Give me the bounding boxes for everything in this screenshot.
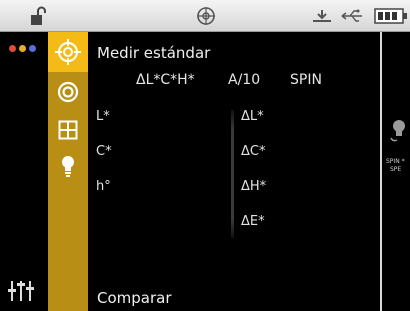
tab-grid[interactable] [48,110,88,150]
menu-dots-icon[interactable] [9,45,39,53]
usb-cable-icon [341,9,362,22]
tool-sidebar [48,32,88,311]
lightbulb-icon [390,120,405,142]
label-delta-h: ΔH* [241,179,267,194]
label-c: C* [96,144,112,159]
mode-setting[interactable]: SPIN [290,72,322,88]
main-panel: Medir estándar ΔL*C*H* A/10 SPIN L* C* h… [88,32,380,311]
next-panel-preview[interactable]: SPIN * SPE [380,32,410,311]
label-h: h° [96,179,111,194]
column-divider [231,110,234,238]
color-space-setting[interactable]: ΔL*C*H* [136,72,195,88]
label-l: L* [96,109,110,124]
status-bar [0,0,410,32]
illuminant-setting[interactable]: A/10 [228,72,260,88]
unlock-icon[interactable] [30,6,46,26]
sliders-icon[interactable] [8,279,38,301]
page-title: Medir estándar [97,44,211,62]
battery-icon [374,8,407,24]
label-delta-c: ΔC* [241,144,266,159]
blue-dot [29,45,36,52]
preview-text-2: SPE [390,166,402,173]
left-rail [0,32,48,311]
grid-icon [58,120,78,140]
yellow-dot [19,45,26,52]
target-icon [55,39,81,65]
tab-illuminant[interactable] [48,146,88,186]
tab-measure[interactable] [48,32,88,72]
usb-icon [313,10,331,22]
tab-target[interactable] [48,72,88,112]
label-delta-l: ΔL* [241,109,264,124]
compare-button[interactable]: Comparar [97,289,172,307]
ring-icon [57,81,79,103]
preview-text-1: SPIN * [386,158,405,165]
label-delta-e: ΔE* [241,214,265,229]
red-dot [9,45,16,52]
globe-icon[interactable] [196,6,216,26]
lightbulb-icon [62,156,74,177]
